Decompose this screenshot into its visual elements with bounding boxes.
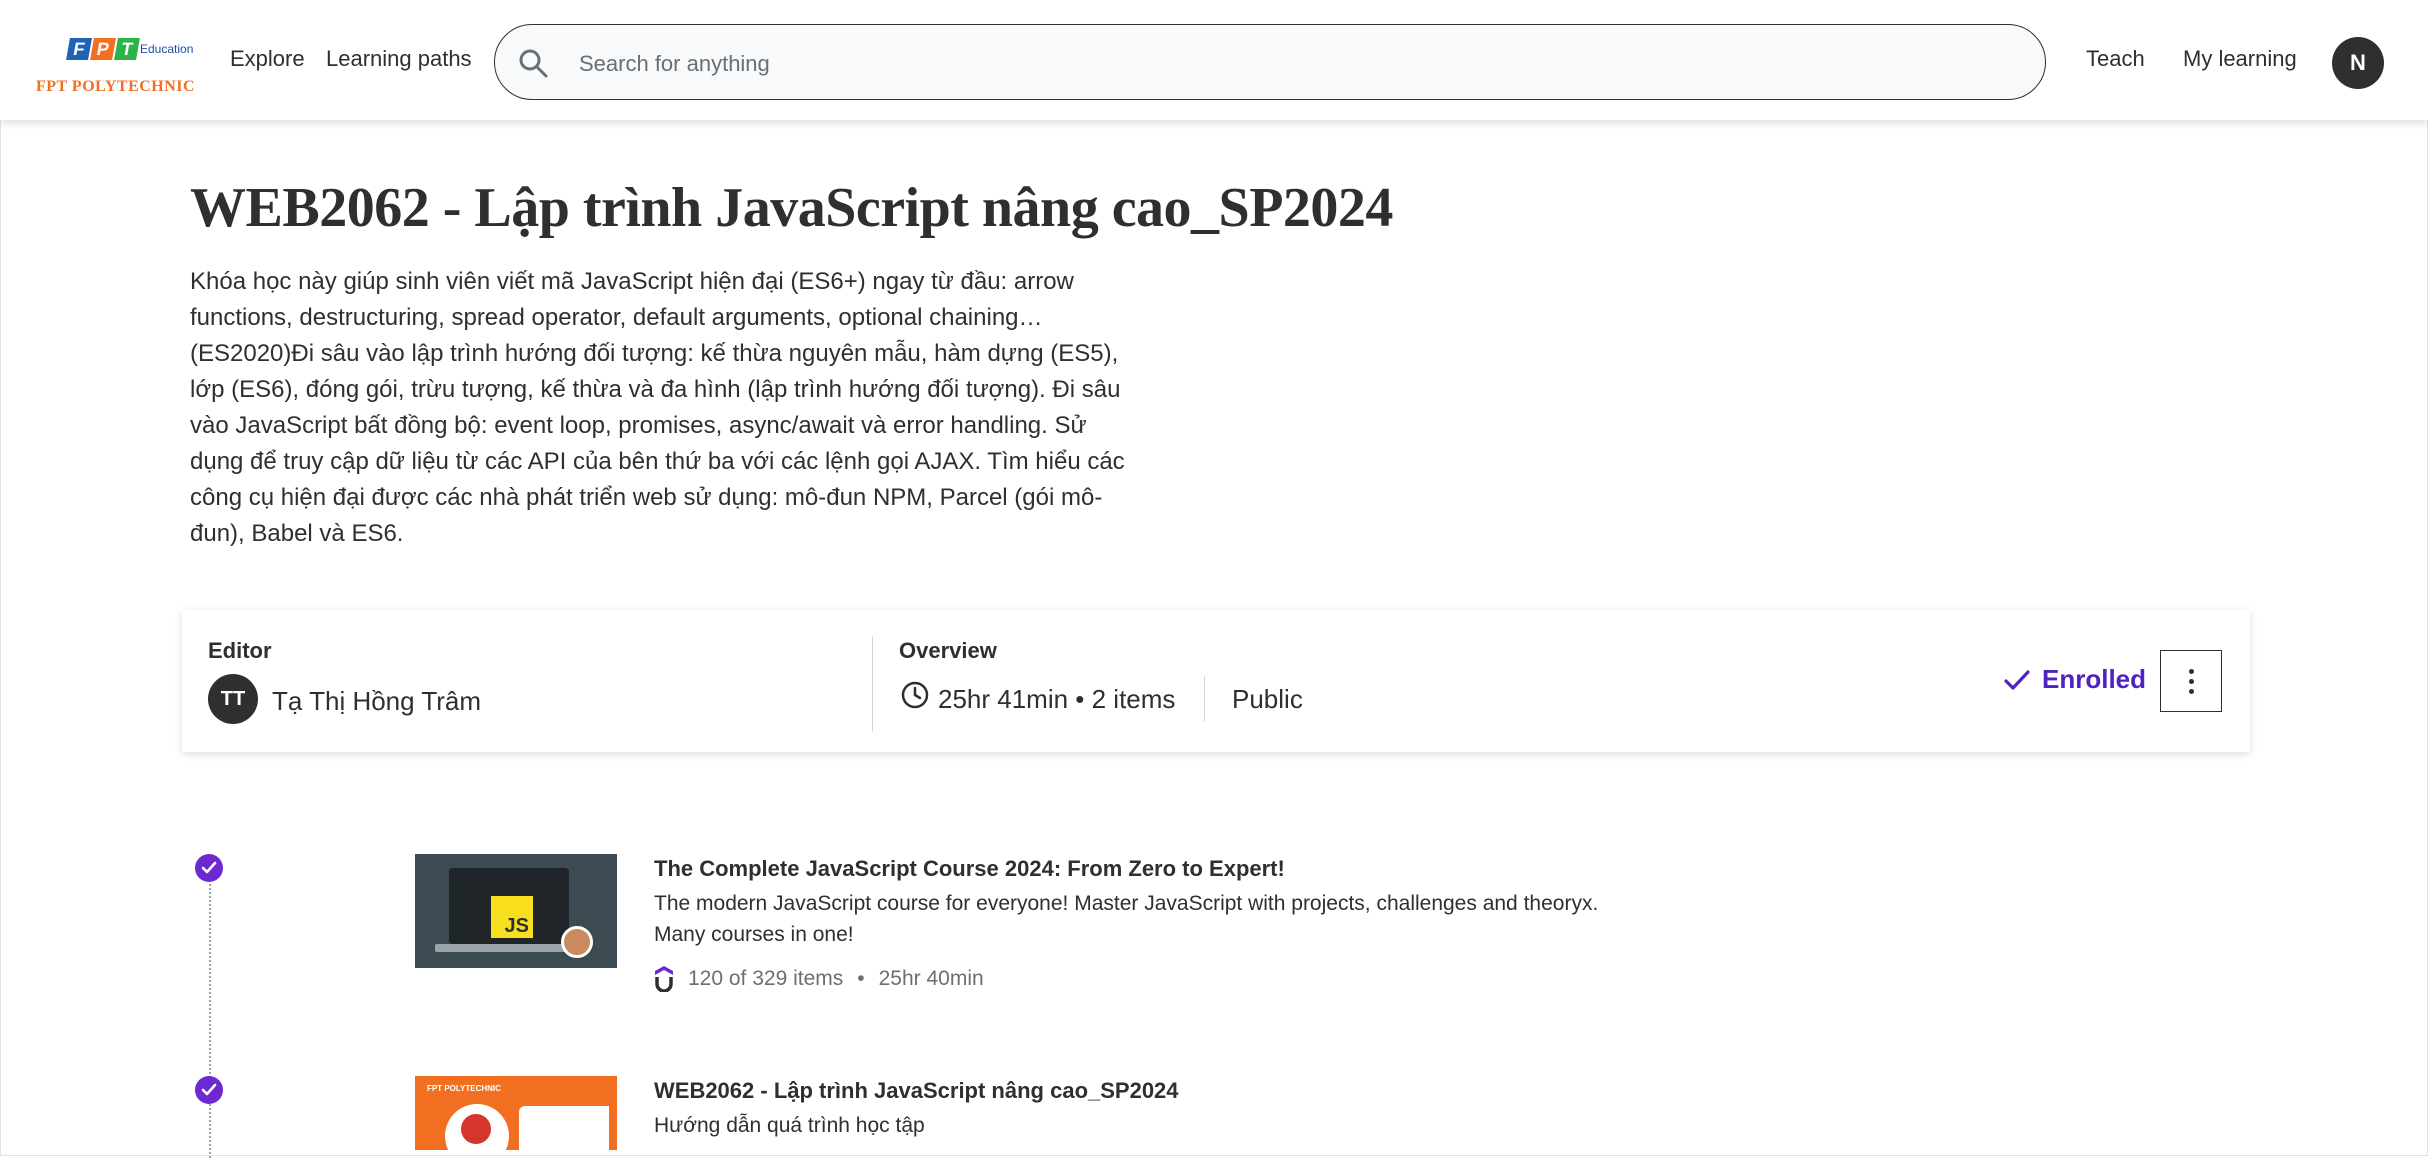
nav-explore[interactable]: Explore [230,46,305,72]
page-frame [0,0,2428,1156]
item-title[interactable]: The Complete JavaScript Course 2024: Fro… [654,856,1285,882]
nav-my-learning[interactable]: My learning [2183,46,2297,72]
logo-polytechnic-text: FPT POLYTECHNIC [36,78,196,95]
enrolled-status: Enrolled [2002,664,2146,695]
item-progress: 120 of 329 items [688,967,844,990]
overview-label: Overview [899,638,997,663]
course-thumbnail[interactable]: JS [415,854,617,968]
completed-check-icon [195,854,223,882]
thumbnail-panel [519,1106,609,1150]
search-input[interactable] [577,43,1981,85]
page-title: WEB2062 - Lập trình JavaScript nâng cao_… [190,177,1393,239]
nav-learning-paths[interactable]: Learning paths [326,46,472,72]
editor-label: Editor [208,638,272,663]
meta-separator: • [857,967,865,990]
search-icon[interactable] [517,47,549,79]
logo-letter-p: P [90,38,116,60]
completed-check-icon [195,1076,223,1104]
course-info-card: Editor TT Tạ Thị Hồng Trâm Overview 25hr… [182,610,2250,752]
divider [1204,676,1205,722]
course-description: Khóa học này giúp sinh viên viết mã Java… [190,268,1125,547]
more-options-button[interactable] [2160,650,2222,712]
item-title[interactable]: WEB2062 - Lập trình JavaScript nâng cao_… [654,1078,1179,1104]
mascot-icon [461,1114,491,1144]
nav-teach[interactable]: Teach [2086,46,2145,72]
top-navigation-bar: F P T Education FPT POLYTECHNIC Explore … [0,0,2428,120]
js-logo: JS [491,896,533,938]
checkmark-icon [2004,669,2030,690]
fpt-polytechnic-logo[interactable]: F P T Education FPT POLYTECHNIC [36,38,202,98]
item-duration: 25hr 40min [878,967,984,990]
divider [872,636,873,732]
more-options-icon [2189,669,2194,674]
enrolled-label: Enrolled [2042,664,2147,694]
visibility-status: Public [1232,684,1303,714]
logo-education-text: Education [140,42,194,56]
clock-icon [901,681,929,709]
timeline-line [209,868,211,1158]
course-thumbnail[interactable]: FPT POLYTECHNIC [415,1076,617,1150]
user-avatar[interactable]: N [2332,37,2384,89]
editor-avatar[interactable]: TT [208,674,258,724]
logo-letter-f: F [66,38,92,60]
search-bar[interactable] [494,24,2046,100]
fpt-letters: F P T [66,38,140,60]
more-options-dot [2189,679,2194,684]
more-options-dot [2189,689,2194,694]
thumbnail-brand-text: FPT POLYTECHNIC [427,1084,501,1093]
item-description: The modern JavaScript course for everyon… [654,892,1599,946]
item-meta: 120 of 329 items • 25hr 40min [654,966,984,992]
logo-letter-t: T [114,38,140,60]
instructor-avatar [561,926,593,958]
overview-duration-items: 25hr 41min • 2 items [938,684,1176,714]
item-description: Hướng dẫn quá trình học tập [654,1114,925,1137]
editor-name[interactable]: Tạ Thị Hồng Trâm [272,686,481,717]
udemy-icon [655,966,673,992]
